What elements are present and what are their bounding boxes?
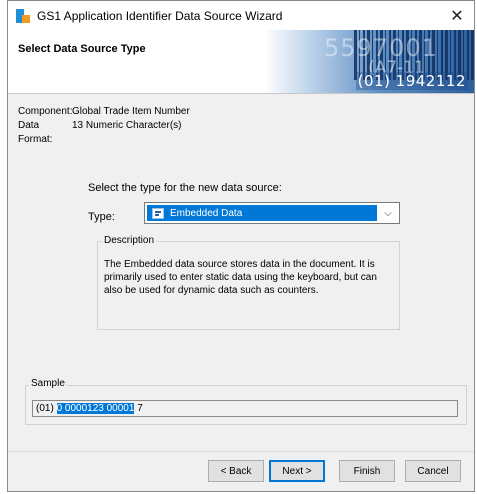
wizard-header: Select Data Source Type 5597001 (A7-11 (… — [8, 30, 474, 94]
data-format-value: 13 Numeric Character(s) — [72, 120, 182, 131]
app-logo-icon — [16, 8, 30, 23]
title-bar[interactable]: GS1 Application Identifier Data Source W… — [8, 1, 474, 30]
finish-button[interactable]: Finish — [339, 460, 395, 482]
page-title: Select Data Source Type — [18, 43, 146, 55]
embedded-data-icon — [152, 207, 164, 219]
sample-prefix: (01) — [36, 403, 57, 414]
data-format-label: Data Format: — [18, 120, 53, 145]
window-title: GS1 Application Identifier Data Source W… — [37, 8, 283, 23]
next-button[interactable]: Next > — [269, 460, 325, 482]
sample-suffix: 7 — [134, 403, 143, 414]
footer-divider — [8, 451, 474, 452]
component-label: Component: — [18, 106, 73, 117]
sample-field[interactable]: (01) 0 0000123 00001 7 — [32, 400, 458, 417]
description-text: The Embedded data source stores data in … — [104, 259, 377, 296]
component-value: Global Trade Item Number — [72, 106, 190, 117]
sample-highlighted-text[interactable]: 0 0000123 00001 — [56, 403, 135, 414]
type-dropdown[interactable]: Embedded Data ⌵ — [144, 202, 400, 224]
type-selected-value: Embedded Data — [170, 207, 243, 219]
back-button[interactable]: < Back — [208, 460, 264, 482]
type-prompt: Select the type for the new data source: — [88, 182, 282, 194]
component-info: Component: Global Trade Item Number Data… — [18, 105, 190, 147]
type-label: Type: — [88, 211, 115, 223]
sample-group: Sample (01) 0 0000123 00001 7 — [25, 378, 467, 425]
sample-title: Sample — [29, 378, 67, 389]
wizard-dialog: GS1 Application Identifier Data Source W… — [7, 0, 475, 492]
description-title: Description — [102, 235, 157, 246]
cancel-button[interactable]: Cancel — [405, 460, 461, 482]
chevron-down-icon[interactable]: ⌵ — [380, 205, 396, 221]
close-button[interactable]: ✕ — [440, 1, 474, 30]
barcode-banner: 5597001 (A7-11 (01) 1942112 — [264, 30, 474, 93]
description-group: Description The Embedded data source sto… — [97, 235, 400, 330]
type-selected-item[interactable]: Embedded Data — [147, 205, 377, 221]
banner-barcode-text: (01) 1942112 — [355, 72, 468, 90]
